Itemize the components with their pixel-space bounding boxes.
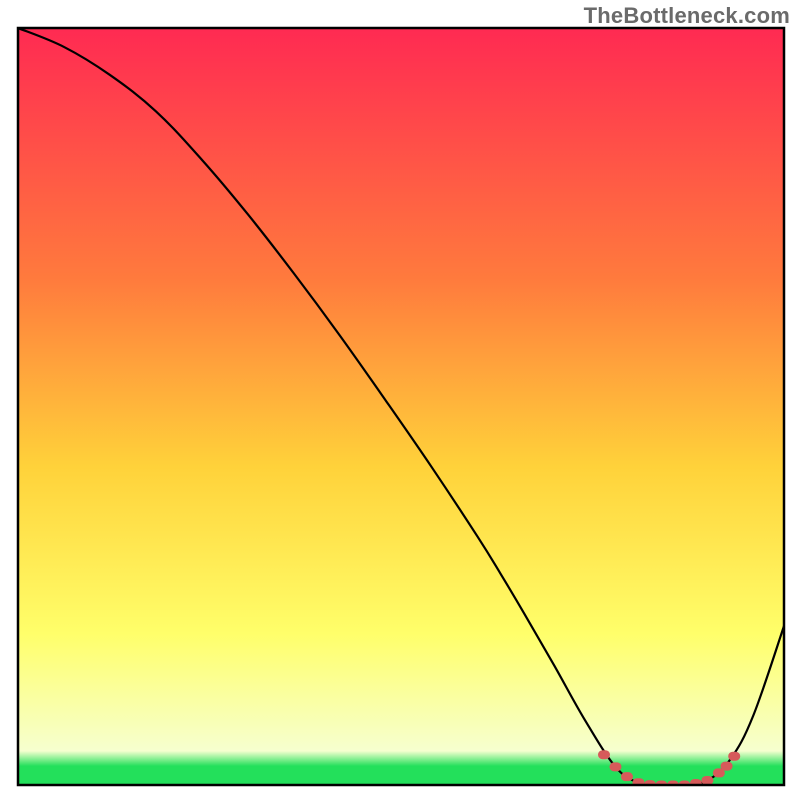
optimal-marker [609, 762, 621, 771]
optimal-marker [598, 750, 610, 759]
optimal-marker [690, 779, 702, 788]
optimal-marker [728, 752, 740, 761]
optimal-marker [721, 762, 733, 771]
bottleneck-chart [0, 0, 800, 800]
optimal-marker [701, 776, 713, 785]
watermark-label: TheBottleneck.com [584, 3, 790, 29]
optimal-marker [621, 772, 633, 781]
gradient-background [18, 28, 784, 785]
chart-stage: TheBottleneck.com [0, 0, 800, 800]
